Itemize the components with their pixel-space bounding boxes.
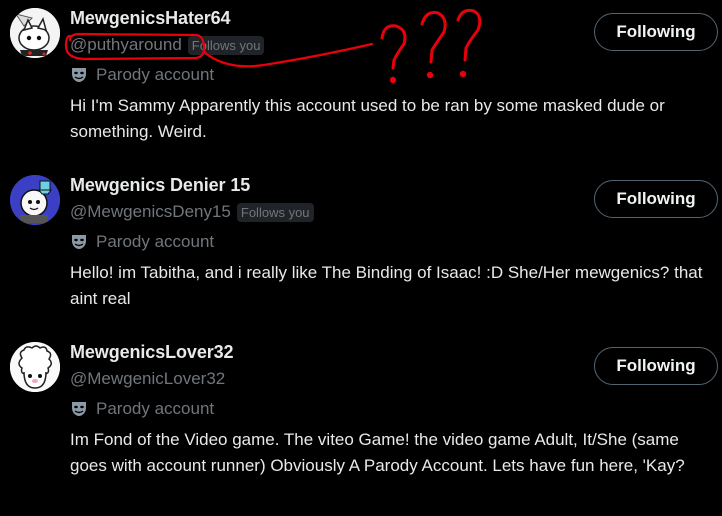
parody-mask-icon [72,235,86,249]
bio: Hello! im Tabitha, and i really like The… [70,263,703,308]
display-name[interactable]: MewgenicsLover32 [70,342,234,363]
parody-label-row: Parody account [70,65,214,85]
white-cat-avatar-icon [10,8,60,58]
follows-you-badge: Follows you [236,202,314,222]
account-item[interactable]: MewgenicsLover32 @MewgenicLover32 Parody… [0,334,722,516]
purple-character-avatar-icon [10,175,60,225]
parody-label-row: Parody account [70,399,214,419]
avatar[interactable] [10,8,60,58]
display-name[interactable]: MewgenicsHater64 [70,8,231,29]
handle-row: @puthyaround Follows you [70,35,265,55]
handle[interactable]: @puthyaround [70,35,182,55]
parody-label: Parody account [96,399,215,418]
bio: Hi I'm Sammy Apparently this account use… [70,96,665,141]
parody-mask-icon [72,402,86,416]
bio: Im Fond of the Video game. The viteo Gam… [70,430,685,475]
following-button[interactable]: Following [594,180,718,218]
following-button[interactable]: Following [594,347,718,385]
parody-label-row: Parody account [70,232,214,252]
following-button[interactable]: Following [594,13,718,51]
follows-you-badge: Follows you [187,35,265,55]
account-item[interactable]: Mewgenics Denier 15 @MewgenicsDeny15 Fol… [0,167,722,327]
parody-label: Parody account [96,232,215,251]
avatar[interactable] [10,175,60,225]
handle-row: @MewgenicLover32 [70,369,225,389]
fluffy-creature-avatar-icon [10,342,60,392]
parody-mask-icon [72,68,86,82]
account-item[interactable]: MewgenicsHater64 @puthyaround Follows yo… [0,0,722,160]
parody-label: Parody account [96,65,215,84]
account-list: MewgenicsHater64 @puthyaround Follows yo… [0,0,722,516]
handle-row: @MewgenicsDeny15 Follows you [70,202,314,222]
display-name[interactable]: Mewgenics Denier 15 [70,175,250,196]
handle[interactable]: @MewgenicsDeny15 [70,202,231,222]
handle[interactable]: @MewgenicLover32 [70,369,225,389]
avatar[interactable] [10,342,60,392]
